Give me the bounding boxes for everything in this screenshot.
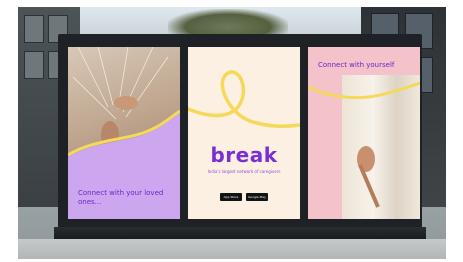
- brand-logo: break: [210, 143, 278, 167]
- ribbon-illustration: [308, 81, 420, 208]
- billboard-panel-right: Connect with yourself: [308, 47, 420, 219]
- building-window: [24, 15, 44, 43]
- right-panel-tagline: Connect with yourself: [318, 61, 395, 69]
- building-window: [24, 51, 44, 79]
- sidewalk: [18, 239, 446, 259]
- left-panel-tagline: Connect with your loved ones...: [78, 189, 164, 206]
- brand-subtitle: India's largest network of caregivers: [207, 169, 281, 174]
- yellow-ribbon: [308, 81, 420, 100]
- ribbon-loop-illustration: [188, 70, 300, 128]
- google-play-badge: Google Play: [246, 193, 268, 201]
- arm-shape: [358, 164, 380, 208]
- hand-shape: [114, 96, 138, 110]
- billboard-panel-left: Connect with your loved ones...: [68, 47, 180, 219]
- yellow-ribbon-loop: [188, 70, 300, 128]
- billboard-panel-middle: break India's largest network of caregiv…: [188, 47, 300, 219]
- app-store-badge: App Store: [220, 193, 242, 201]
- street-scene: Connect with your loved ones... break In…: [18, 7, 446, 259]
